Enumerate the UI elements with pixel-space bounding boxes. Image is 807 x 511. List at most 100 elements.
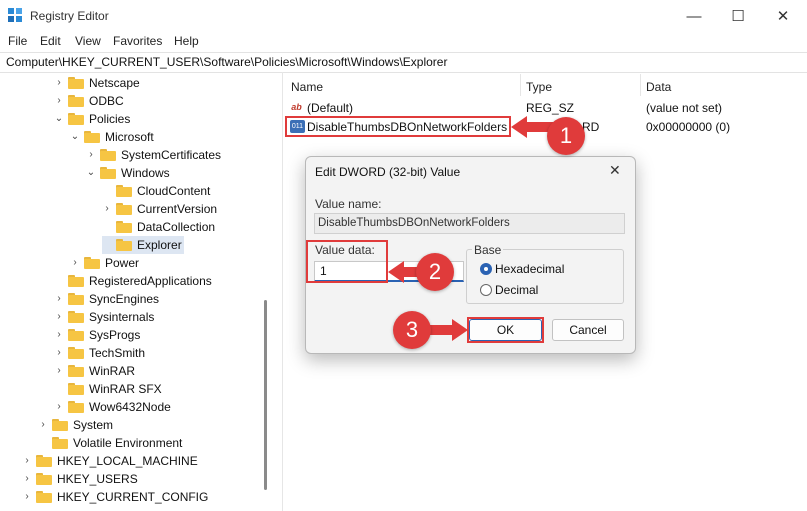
column-header-data[interactable]: Data [646,80,671,94]
folder-icon [52,419,68,431]
menu-help[interactable]: Help [174,34,199,48]
tree-node-label: HKEY_CURRENT_CONFIG [57,490,209,504]
chevron-right-icon[interactable]: › [54,78,64,88]
tree-node-hkey-users[interactable]: › HKEY_USERS [22,470,137,488]
value-row-default-type: REG_SZ [526,101,575,115]
tree-node-registeredapplications[interactable]: RegisteredApplications [54,272,212,290]
cancel-button[interactable]: Cancel [552,319,624,341]
folder-icon [116,185,132,197]
tree-node-policies[interactable]: ⌄ Policies [54,110,131,128]
menu-view[interactable]: View [75,34,101,48]
tree-node-techsmith[interactable]: › TechSmith [54,344,145,362]
tree-node-wow6432node[interactable]: › Wow6432Node [54,398,171,416]
highlight-box [467,317,544,343]
value-row-default-name[interactable]: (Default) [307,101,353,115]
tree-node-datacollection[interactable]: DataCollection [102,218,215,236]
tree-node-odbc[interactable]: › ODBC [54,92,124,110]
maximize-button[interactable]: ☐ [718,4,758,28]
column-header-type[interactable]: Type [526,80,552,94]
close-window-button[interactable]: ✕ [763,4,803,28]
folder-icon [100,149,116,161]
chevron-right-icon[interactable]: › [70,258,80,268]
chevron-right-icon[interactable]: › [54,294,64,304]
chevron-right-icon[interactable]: › [54,312,64,322]
tree-node-systemcertificates[interactable]: › SystemCertificates [86,146,221,164]
string-value-icon: ab [291,102,302,112]
column-header-name[interactable]: Name [291,80,323,94]
tree-node-sysinternals[interactable]: › Sysinternals [54,308,154,326]
folder-icon [68,293,84,305]
folder-icon [68,347,84,359]
address-path: Computer\HKEY_CURRENT_USER\Software\Poli… [6,55,448,69]
chevron-right-icon[interactable]: › [54,96,64,106]
column-divider[interactable] [520,74,521,96]
base-group-label: Base [472,243,504,257]
tree-node-syncengines[interactable]: › SyncEngines [54,290,159,308]
tree-node-label: HKEY_LOCAL_MACHINE [57,454,198,468]
tree-node-power[interactable]: › Power [70,254,139,272]
chevron-right-icon[interactable]: › [54,366,64,376]
tree-node-netscape[interactable]: › Netscape [54,74,140,92]
menu-file[interactable]: File [8,34,27,48]
chevron-right-icon[interactable]: › [22,492,32,502]
tree-node-sysprogs[interactable]: › SysProgs [54,326,140,344]
tree-node-volatile-environment[interactable]: Volatile Environment [38,434,182,452]
value-name-label: Value name: [315,197,382,211]
chevron-down-icon[interactable]: ⌄ [86,168,96,178]
tree-node-system[interactable]: › System [38,416,113,434]
chevron-down-icon[interactable]: ⌄ [70,132,80,142]
menu-edit[interactable]: Edit [40,34,61,48]
chevron-right-icon[interactable]: › [54,348,64,358]
tree-node-label: WinRAR [89,364,136,378]
column-divider[interactable] [640,74,641,96]
tree-node-label: SystemCertificates [121,148,222,162]
menu-favorites[interactable]: Favorites [113,34,162,48]
callout-badge-2: 2 [416,253,454,291]
dialog-close-icon[interactable]: ✕ [609,162,621,179]
tree-node-label: SysProgs [89,328,141,342]
chevron-down-icon[interactable]: ⌄ [54,114,64,124]
folder-icon [52,437,68,449]
decimal-label[interactable]: Decimal [495,283,538,297]
tree-node-explorer[interactable]: Explorer [102,236,184,254]
minimize-button[interactable]: — [674,4,714,28]
tree-node-label: Volatile Environment [73,436,183,450]
chevron-right-icon[interactable]: › [102,204,112,214]
decimal-radio[interactable] [480,284,492,296]
tree-scrollbar[interactable] [264,300,267,490]
folder-icon [68,401,84,413]
tree-node-label: Explorer [137,238,182,252]
base-group [466,249,624,304]
tree-node-label: Netscape [89,76,140,90]
callout-badge-3: 3 [393,311,431,349]
chevron-right-icon[interactable]: › [22,456,32,466]
tree-node-label: CurrentVersion [137,202,218,216]
folder-icon [36,473,52,485]
tree-node-hkey-current-config[interactable]: › HKEY_CURRENT_CONFIG [22,488,208,506]
hexadecimal-label[interactable]: Hexadecimal [495,262,564,276]
tree-node-label: Microsoft [105,130,154,144]
hexadecimal-radio[interactable] [480,263,492,275]
tree-node-winrar[interactable]: › WinRAR [54,362,135,380]
chevron-right-icon[interactable]: › [22,474,32,484]
folder-icon [68,275,84,287]
tree-node-currentversion[interactable]: › CurrentVersion [102,200,217,218]
tree-node-winrar-sfx[interactable]: WinRAR SFX [54,380,162,398]
chevron-right-icon[interactable]: › [54,402,64,412]
chevron-right-icon[interactable]: › [38,420,48,430]
tree-node-label: Sysinternals [89,310,155,324]
tree-node-microsoft[interactable]: ⌄ Microsoft [70,128,154,146]
tree-node-hkey-local-machine[interactable]: › HKEY_LOCAL_MACHINE [22,452,198,470]
chevron-right-icon[interactable]: › [54,330,64,340]
tree-node-cloudcontent[interactable]: CloudContent [102,182,210,200]
pane-splitter[interactable] [282,72,283,511]
tree-node-label: ODBC [89,94,124,108]
folder-icon [68,113,84,125]
chevron-right-icon[interactable]: › [86,150,96,160]
tree-node-label: Wow6432Node [89,400,171,414]
value-row-default-data: (value not set) [646,101,723,115]
tree-node-windows[interactable]: ⌄ Windows [86,164,170,182]
